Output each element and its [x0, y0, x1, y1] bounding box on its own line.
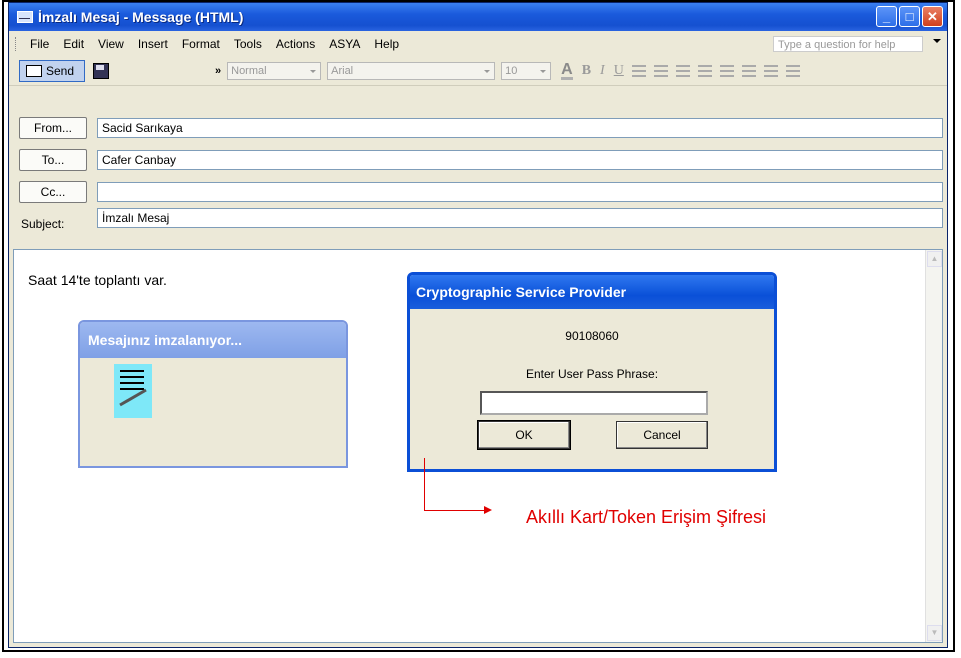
menu-actions[interactable]: Actions — [269, 37, 322, 51]
scroll-up-icon[interactable]: ▲ — [927, 251, 942, 267]
subject-field[interactable]: İmzalı Mesaj — [97, 208, 943, 228]
decrease-indent-icon[interactable] — [741, 65, 756, 77]
scroll-down-icon[interactable]: ▼ — [927, 625, 942, 641]
numbering-icon[interactable] — [697, 65, 712, 77]
align-right-icon[interactable] — [675, 65, 690, 77]
menu-asya[interactable]: ASYA — [322, 37, 367, 51]
doc-line-2 — [120, 376, 144, 378]
annotation-text: Akıllı Kart/Token Erişim Şifresi — [526, 507, 767, 527]
doc-line-1 — [120, 370, 144, 372]
help-dropdown-icon[interactable] — [933, 39, 941, 43]
from-button[interactable]: From... — [19, 117, 87, 139]
body-text: Saat 14'te toplantı var. — [28, 272, 167, 288]
pass-phrase-label: Enter User Pass Phrase: — [525, 367, 659, 381]
menu-grip — [15, 37, 19, 51]
signing-dialog: Mesajınız imzalanıyor... — [78, 320, 348, 468]
font-color-icon[interactable]: A — [561, 61, 573, 80]
annotation-line — [424, 458, 425, 510]
maximize-button[interactable]: □ — [899, 6, 920, 27]
card-code: 90108060 — [565, 329, 619, 343]
to-row: To... Cafer Canbay — [9, 149, 947, 171]
pass-phrase-input[interactable] — [480, 391, 708, 415]
toolbar-options-chevron-icon[interactable]: » — [215, 65, 221, 77]
font-size-select[interactable]: 10 — [501, 62, 552, 80]
window-title: İmzalı Mesaj - Message (HTML) — [38, 9, 244, 25]
menu-edit[interactable]: Edit — [56, 37, 91, 51]
send-label: Send — [46, 64, 75, 78]
subject-row: Subject: İmzalı Mesaj — [9, 208, 947, 231]
close-button[interactable]: ✕ — [922, 6, 943, 27]
menu-help[interactable]: Help — [367, 37, 406, 51]
menu-bar: File Edit View Insert Format Tools Actio… — [9, 33, 947, 55]
font-select[interactable]: Arial — [327, 62, 496, 80]
annotation-line-horizontal — [424, 510, 486, 511]
csp-dialog: Cryptographic Service Provider 90108060 … — [407, 272, 777, 472]
align-left-icon[interactable] — [631, 65, 646, 77]
bullets-icon[interactable] — [719, 65, 734, 77]
vertical-scrollbar[interactable]: ▲ ▼ — [925, 250, 942, 642]
ok-button[interactable]: OK — [477, 420, 571, 450]
bold-button[interactable]: B — [582, 63, 591, 79]
help-search-input[interactable]: Type a question for help — [773, 36, 923, 52]
increase-indent-icon[interactable] — [763, 65, 778, 77]
menu-file[interactable]: File — [23, 37, 56, 51]
italic-button[interactable]: I — [600, 63, 605, 79]
horizontal-line-icon[interactable] — [785, 65, 800, 77]
formatting-toolbar: Send » Normal Arial 10 A B I U — [9, 57, 947, 86]
menu-view[interactable]: View — [91, 37, 131, 51]
cc-field[interactable] — [97, 182, 943, 202]
subject-label: Subject: — [21, 217, 65, 231]
send-button[interactable]: Send — [19, 60, 85, 82]
csp-dialog-title: Cryptographic Service Provider — [410, 275, 774, 309]
menu-format[interactable]: Format — [175, 37, 227, 51]
save-icon[interactable] — [93, 63, 109, 79]
signature-document-icon — [114, 364, 152, 418]
minimize-button[interactable]: _ — [876, 6, 897, 27]
to-button[interactable]: To... — [19, 149, 87, 171]
doc-line-3 — [120, 382, 144, 384]
signing-dialog-title: Mesajınız imzalanıyor... — [80, 322, 346, 358]
cancel-button[interactable]: Cancel — [616, 421, 708, 449]
annotation-arrow-icon — [484, 506, 492, 514]
from-field[interactable]: Sacid Sarıkaya — [97, 118, 943, 138]
underline-button[interactable]: U — [614, 63, 624, 79]
doc-line-4 — [120, 388, 144, 390]
from-row: From... Sacid Sarıkaya — [9, 117, 947, 139]
menu-tools[interactable]: Tools — [227, 37, 269, 51]
cc-row: Cc... — [9, 181, 947, 203]
menu-insert[interactable]: Insert — [131, 37, 175, 51]
cc-button[interactable]: Cc... — [19, 181, 87, 203]
envelope-icon — [17, 11, 33, 23]
title-bar[interactable]: İmzalı Mesaj - Message (HTML) _ □ ✕ — [9, 3, 947, 31]
style-select[interactable]: Normal — [227, 62, 322, 80]
pen-icon — [119, 388, 147, 407]
align-center-icon[interactable] — [653, 65, 668, 77]
send-icon — [26, 65, 42, 77]
to-field[interactable]: Cafer Canbay — [97, 150, 943, 170]
